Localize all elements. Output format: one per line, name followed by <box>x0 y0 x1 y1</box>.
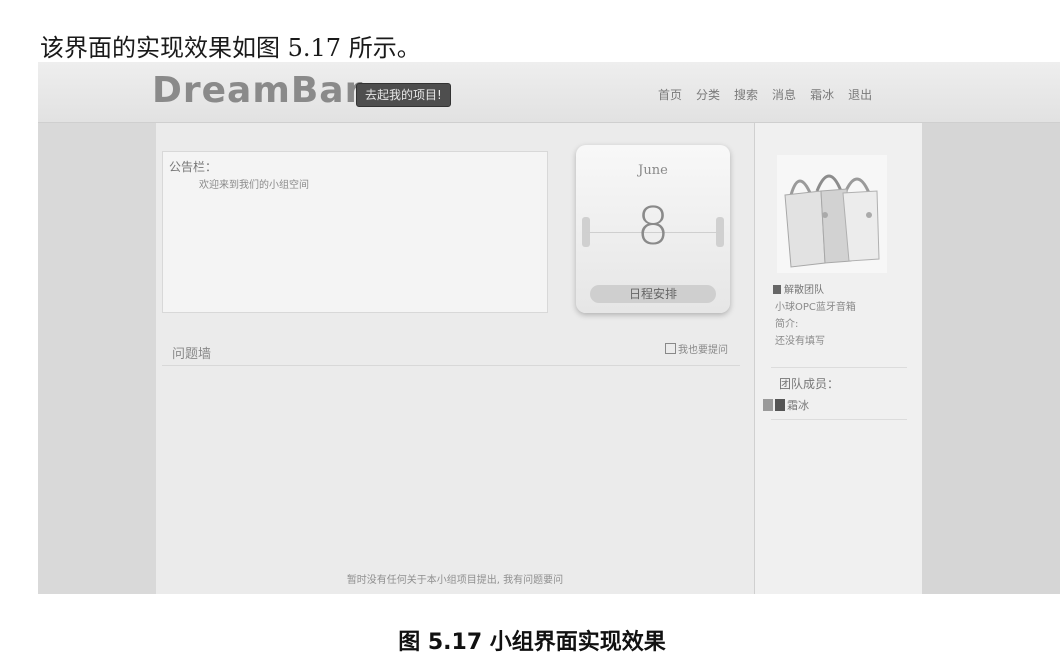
main-nav: 首页 分类 搜索 消息 霜冰 退出 <box>658 86 872 103</box>
calendar-day: 8 <box>636 197 670 257</box>
notice-board: 公告栏： 欢迎来到我们的小组空间 <box>162 151 548 313</box>
calendar-widget: June 8 日程安排 <box>576 145 730 313</box>
sidebar-divider <box>771 419 907 420</box>
calendar-month: June <box>638 163 668 178</box>
logo[interactable]: DreamBar <box>152 70 363 111</box>
project-name: 小球OPC蓝牙音箱 <box>775 302 856 313</box>
left-gutter <box>38 123 156 594</box>
bags-illustration <box>784 174 880 268</box>
question-wall-header: 问题墙 我也要提问 <box>162 335 740 366</box>
right-gutter <box>922 123 1060 594</box>
sidebar-divider <box>771 367 907 368</box>
nav-item-user[interactable]: 霜冰 <box>810 86 834 103</box>
team-icon <box>773 285 781 294</box>
nav-item-messages[interactable]: 消息 <box>772 86 796 103</box>
ask-question-link[interactable]: 我也要提问 <box>665 341 728 356</box>
member-name: 霜冰 <box>787 399 809 412</box>
app-screenshot: DreamBar 去起我的项目! 首页 分类 搜索 消息 霜冰 退出 公告栏： … <box>38 62 1060 594</box>
edit-icon <box>665 343 676 354</box>
question-wall-empty: 暂时没有任何关于本小组项目提出, 我有问题要问 <box>346 575 564 586</box>
project-description: 小球OPC蓝牙音箱 简介: 还没有填写 <box>775 299 915 350</box>
member-item[interactable]: 霜冰 <box>763 397 809 413</box>
nav-item-home[interactable]: 首页 <box>658 86 682 103</box>
ask-question-label: 我也要提问 <box>678 345 728 356</box>
nav-item-logout[interactable]: 退出 <box>848 86 872 103</box>
intro-value: 还没有填写 <box>775 336 825 347</box>
project-image <box>777 155 887 273</box>
schedule-button[interactable]: 日程安排 <box>590 285 716 303</box>
notice-text: 欢迎来到我们的小组空间 <box>199 180 309 191</box>
intro-label: 简介: <box>775 319 799 330</box>
team-sidebar: 解散团队 小球OPC蓝牙音箱 简介: 还没有填写 团队成员： 霜冰 <box>754 123 923 594</box>
top-bar: DreamBar 去起我的项目! 首页 分类 搜索 消息 霜冰 退出 <box>38 62 1060 123</box>
main-content: 公告栏： 欢迎来到我们的小组空间 June 8 日程安排 问题墙 我也要提问 暂… <box>156 123 754 594</box>
avatar <box>763 399 773 411</box>
nav-item-search[interactable]: 搜索 <box>734 86 758 103</box>
notice-title: 公告栏： <box>169 160 218 174</box>
start-project-button[interactable]: 去起我的项目! <box>356 83 451 107</box>
avatar <box>775 399 785 411</box>
figure-caption: 图 5.17 小组界面实现效果 <box>398 630 666 655</box>
question-wall-title: 问题墙 <box>172 347 212 362</box>
intro-text: 该界面的实现效果如图 5.17 所示。 <box>40 34 421 62</box>
nav-item-category[interactable]: 分类 <box>696 86 720 103</box>
dissolve-team-label: 解散团队 <box>784 285 824 296</box>
dissolve-team-link[interactable]: 解散团队 <box>773 281 824 296</box>
members-title: 团队成员： <box>779 377 840 391</box>
